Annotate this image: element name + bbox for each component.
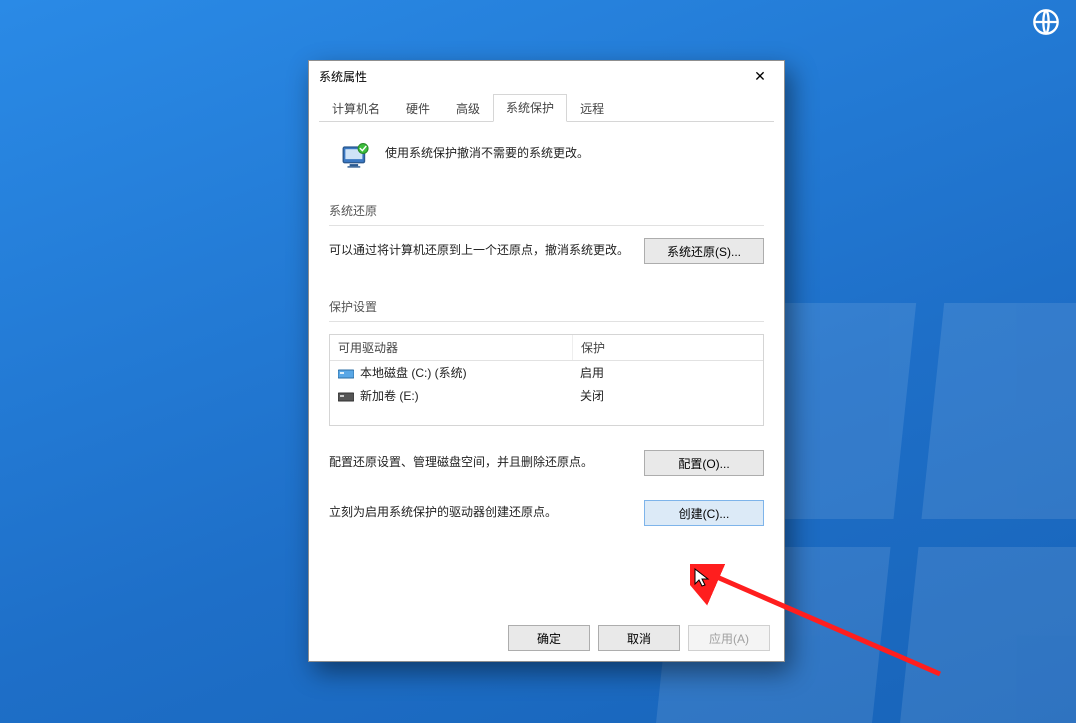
intro-row: 使用系统保护撤消不需要的系统更改。 bbox=[339, 140, 764, 174]
drive-name: 本地磁盘 (C:) (系统) bbox=[360, 364, 467, 381]
drive-icon bbox=[338, 390, 354, 402]
tab-advanced[interactable]: 高级 bbox=[443, 95, 493, 122]
row-create: 立刻为启用系统保护的驱动器创建还原点。 创建(C)... bbox=[329, 500, 764, 526]
drives-header: 可用驱动器 保护 bbox=[330, 335, 763, 361]
titlebar: 系统属性 ✕ bbox=[309, 61, 784, 91]
cursor-icon bbox=[692, 568, 712, 588]
drive-status: 启用 bbox=[572, 361, 763, 384]
section-title-protection: 保护设置 bbox=[329, 298, 764, 315]
tab-computer-name[interactable]: 计算机名 bbox=[319, 95, 393, 122]
tab-remote[interactable]: 远程 bbox=[567, 95, 617, 122]
drive-status: 关闭 bbox=[572, 384, 763, 407]
system-restore-button[interactable]: 系统还原(S)... bbox=[644, 238, 764, 264]
shield-monitor-icon bbox=[339, 140, 373, 174]
divider bbox=[329, 225, 764, 226]
create-button[interactable]: 创建(C)... bbox=[644, 500, 764, 526]
col-drive: 可用驱动器 bbox=[330, 335, 573, 360]
tray-network-icon[interactable] bbox=[1016, 0, 1076, 44]
col-status: 保护 bbox=[573, 335, 763, 360]
apply-button[interactable]: 应用(A) bbox=[688, 625, 770, 651]
dialog-title: 系统属性 bbox=[319, 68, 367, 85]
create-desc: 立刻为启用系统保护的驱动器创建还原点。 bbox=[329, 500, 634, 522]
desktop: 系统属性 ✕ 计算机名 硬件 高级 系统保护 远程 使用系统保护撤消不需要的系统… bbox=[0, 0, 1076, 723]
ok-button[interactable]: 确定 bbox=[508, 625, 590, 651]
row-restore: 可以通过将计算机还原到上一个还原点，撤消系统更改。 系统还原(S)... bbox=[329, 238, 764, 264]
tab-system-protection[interactable]: 系统保护 bbox=[493, 94, 567, 122]
system-properties-dialog: 系统属性 ✕ 计算机名 硬件 高级 系统保护 远程 使用系统保护撤消不需要的系统… bbox=[308, 60, 785, 662]
configure-desc: 配置还原设置、管理磁盘空间，并且删除还原点。 bbox=[329, 450, 634, 472]
drive-name: 新加卷 (E:) bbox=[360, 387, 419, 404]
intro-text: 使用系统保护撤消不需要的系统更改。 bbox=[385, 140, 589, 161]
row-configure: 配置还原设置、管理磁盘空间，并且删除还原点。 配置(O)... bbox=[329, 450, 764, 476]
drives-list[interactable]: 可用驱动器 保护 本地磁盘 (C:) (系统) 启用 bbox=[329, 334, 764, 426]
dialog-footer: 确定 取消 应用(A) bbox=[508, 625, 770, 651]
tab-strip: 计算机名 硬件 高级 系统保护 远程 bbox=[319, 95, 774, 122]
close-button[interactable]: ✕ bbox=[738, 62, 782, 90]
configure-button[interactable]: 配置(O)... bbox=[644, 450, 764, 476]
tab-body: 使用系统保护撤消不需要的系统更改。 系统还原 可以通过将计算机还原到上一个还原点… bbox=[309, 122, 784, 614]
restore-desc: 可以通过将计算机还原到上一个还原点，撤消系统更改。 bbox=[329, 238, 634, 260]
drive-row[interactable]: 新加卷 (E:) 关闭 bbox=[330, 384, 763, 407]
drive-row[interactable]: 本地磁盘 (C:) (系统) 启用 bbox=[330, 361, 763, 384]
drive-icon bbox=[338, 367, 354, 379]
section-title-restore: 系统还原 bbox=[329, 202, 764, 219]
divider bbox=[329, 321, 764, 322]
tab-hardware[interactable]: 硬件 bbox=[393, 95, 443, 122]
cancel-button[interactable]: 取消 bbox=[598, 625, 680, 651]
